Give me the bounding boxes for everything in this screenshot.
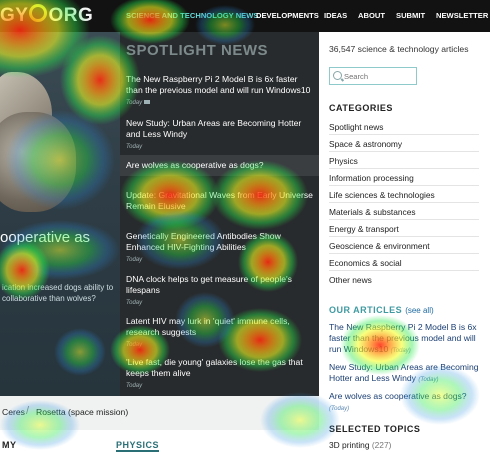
spotlight-title: SPOTLIGHT NEWS — [126, 42, 268, 59]
spotlight-item-title[interactable]: 'Live fast, die young' galaxies lose the… — [126, 357, 303, 378]
article-title[interactable]: New Study: Urban Areas are Becoming Hott… — [329, 362, 479, 383]
spotlight-item-highlighted[interactable]: Are wolves as cooperative as dogs? — [120, 155, 319, 176]
spotlight-item-title[interactable]: Update: Gravitational Waves from Early U… — [126, 190, 313, 211]
category-spotlight-news[interactable]: Spotlight news — [329, 122, 383, 132]
sidebar: 36,547 science & technology articles CAT… — [319, 32, 490, 450]
divider — [329, 253, 479, 254]
spotlight-item-time: Today — [126, 383, 143, 389]
category-life-sciences[interactable]: Life sciences & technologies — [329, 190, 435, 200]
spotlight-item-title[interactable]: The New Raspberry Pi 2 Model B is 6x fas… — [126, 74, 310, 95]
breadcrumb-separator: / — [26, 405, 30, 417]
divider — [329, 151, 479, 152]
nav-about[interactable]: ABOUT — [358, 0, 385, 32]
spotlight-news-panel: SPOTLIGHT NEWS The New Raspberry Pi 2 Mo… — [120, 32, 319, 396]
spotlight-item-time: Today — [126, 144, 143, 150]
hero-headline[interactable]: ooperative as — [0, 228, 118, 248]
category-other-news[interactable]: Other news — [329, 275, 372, 285]
search-box[interactable] — [329, 67, 417, 85]
logo-ring-icon — [29, 4, 48, 22]
breadcrumb-rosetta[interactable]: Rosetta (space mission) — [36, 407, 128, 417]
nav-developments[interactable]: DEVELOPMENTS — [256, 0, 319, 32]
see-all-link[interactable]: (see all) — [405, 306, 433, 315]
spotlight-item[interactable]: Latent HIV may lurk in 'quiet' immune ce… — [126, 316, 314, 351]
divider — [329, 219, 479, 220]
our-articles-label: OUR ARTICLES — [329, 305, 403, 315]
categories-title: CATEGORIES — [329, 103, 393, 113]
divider — [329, 185, 479, 186]
spotlight-item[interactable]: Update: Gravitational Waves from Early U… — [126, 190, 314, 212]
category-information-processing[interactable]: Information processing — [329, 173, 414, 183]
selected-topics-title: SELECTED TOPICS — [329, 424, 421, 434]
article-title[interactable]: Are wolves as cooperative as dogs? — [329, 391, 467, 401]
bottom-section-headers: MY PHYSICS — [0, 430, 319, 452]
breadcrumb: Ceres / Rosetta (space mission) — [0, 396, 319, 430]
category-space-astronomy[interactable]: Space & astronomy — [329, 139, 402, 149]
video-icon — [144, 100, 151, 104]
spotlight-item-title[interactable]: Genetically Engineered Antibodies Show E… — [126, 231, 281, 252]
article-link[interactable]: The New Raspberry Pi 2 Model B is 6x fas… — [329, 322, 481, 357]
logo-text-right: ORG — [48, 5, 94, 26]
divider — [329, 168, 479, 169]
spotlight-item-time: Today — [126, 257, 143, 263]
spotlight-item-title[interactable]: Are wolves as cooperative as dogs? — [126, 160, 264, 170]
top-navigation-bar: GY ORG SCIENCE AND TECHNOLOGY NEWS DEVELO… — [0, 0, 490, 32]
section-my: MY — [2, 440, 17, 450]
spotlight-item[interactable]: DNA clock helps to get measure of people… — [126, 274, 314, 309]
category-materials[interactable]: Materials & substances — [329, 207, 416, 217]
article-count: 36,547 science & technology articles — [329, 44, 469, 54]
article-link[interactable]: Are wolves as cooperative as dogs? (Toda… — [329, 391, 481, 415]
category-physics[interactable]: Physics — [329, 156, 358, 166]
category-economics-social[interactable]: Economics & social — [329, 258, 402, 268]
nav-submit[interactable]: SUBMIT — [396, 0, 425, 32]
section-physics[interactable]: PHYSICS — [116, 440, 160, 452]
category-energy-transport[interactable]: Energy & transport — [329, 224, 399, 234]
spotlight-item-title[interactable]: Latent HIV may lurk in 'quiet' immune ce… — [126, 316, 290, 337]
spotlight-item-time: Today — [126, 342, 143, 348]
spotlight-item-title[interactable]: New Study: Urban Areas are Becoming Hott… — [126, 118, 301, 139]
divider — [329, 134, 479, 135]
topic-count: (227) — [371, 440, 392, 450]
divider — [329, 270, 479, 271]
article-time: (Today) — [390, 348, 411, 354]
spotlight-item[interactable]: New Study: Urban Areas are Becoming Hott… — [126, 118, 314, 153]
wolf-photo-head — [0, 112, 76, 212]
article-time: (Today) — [329, 406, 350, 412]
site-logo[interactable]: GY ORG — [0, 2, 93, 30]
hero-feature[interactable]: ooperative as ication increased dogs abi… — [0, 32, 120, 396]
divider — [329, 202, 479, 203]
spotlight-item-time: Today — [126, 300, 143, 306]
spotlight-item[interactable]: 'Live fast, die young' galaxies lose the… — [126, 357, 314, 392]
nav-newsletter[interactable]: NEWSLETTER — [436, 0, 488, 32]
logo-text-left: GY — [0, 5, 29, 26]
divider — [329, 236, 479, 237]
our-articles-title: OUR ARTICLES (see all) — [329, 305, 434, 315]
spotlight-item-title[interactable]: DNA clock helps to get measure of people… — [126, 274, 292, 295]
spotlight-item-time: Today — [126, 100, 143, 106]
search-icon[interactable] — [333, 71, 342, 80]
spotlight-item[interactable]: The New Raspberry Pi 2 Model B is 6x fas… — [126, 74, 314, 109]
nav-science-technology-news[interactable]: SCIENCE AND TECHNOLOGY NEWS — [126, 0, 258, 32]
nav-ideas[interactable]: IDEAS — [324, 0, 347, 32]
hero-subtext: ication increased dogs ability to collab… — [2, 283, 114, 303]
topic-3d-printing[interactable]: 3D printing (227) — [329, 440, 391, 450]
article-link[interactable]: New Study: Urban Areas are Becoming Hott… — [329, 362, 481, 386]
spotlight-item[interactable]: Genetically Engineered Antibodies Show E… — [126, 231, 314, 266]
article-time: (Today) — [418, 377, 439, 383]
topic-label[interactable]: 3D printing — [329, 440, 370, 450]
category-geoscience[interactable]: Geoscience & environment — [329, 241, 430, 251]
search-input[interactable] — [344, 71, 414, 82]
breadcrumb-ceres[interactable]: Ceres — [2, 407, 25, 417]
main-nav: SCIENCE AND TECHNOLOGY NEWS DEVELOPMENTS… — [124, 0, 490, 32]
